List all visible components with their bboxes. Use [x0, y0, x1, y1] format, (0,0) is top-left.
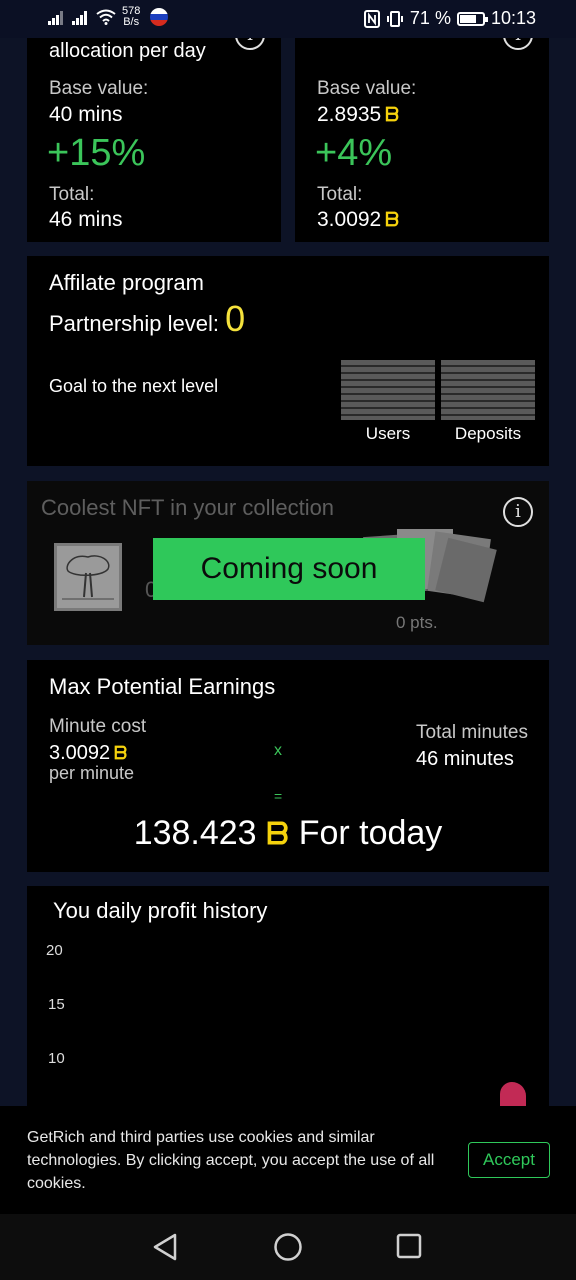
system-nav-bar	[0, 1214, 576, 1280]
partnership-level: 0	[225, 298, 246, 339]
coin-icon: ᗷ	[266, 817, 289, 851]
per-minute-label: per minute	[49, 763, 135, 783]
recents-icon[interactable]	[396, 1233, 424, 1261]
russia-flag-icon	[150, 8, 169, 26]
base-value: 2.8935	[317, 103, 382, 126]
partnership-label: Partnership level:	[49, 311, 219, 336]
history-card: You daily profit history 20 15 10	[27, 886, 549, 1116]
coin-icon: ᗷ	[114, 743, 128, 763]
info-icon[interactable]: i	[503, 497, 533, 527]
y-tick-10: 10	[48, 1050, 65, 1067]
y-tick-20: 20	[46, 942, 63, 959]
base-value: 40 mins	[49, 103, 123, 126]
info-icon[interactable]: i	[503, 38, 533, 50]
vibrate-icon	[386, 10, 403, 27]
multiply-sign: x	[274, 742, 282, 759]
price-card: i Base value: 2.8935ᗷ +4% Total: 3.0092ᗷ	[295, 38, 549, 242]
minute-cost-row: 3.0092 ᗷ	[49, 742, 127, 765]
cell-signal-icon-2	[72, 9, 90, 25]
total-minutes-value: 46 minutes	[416, 748, 514, 770]
y-tick-15: 15	[48, 996, 65, 1013]
cell-signal-icon	[48, 9, 66, 25]
info-icon[interactable]: i	[235, 38, 265, 50]
status-bar: 578 B/s 71 % 10:13	[0, 0, 576, 38]
total-value: 46 mins	[49, 208, 123, 231]
affiliate-title: Affilate program	[49, 270, 204, 295]
equals-sign: =	[274, 788, 283, 804]
cookie-text: GetRich and third parties use cookies an…	[27, 1129, 435, 1192]
base-value-label: Base value:	[49, 78, 149, 99]
deposits-label: Deposits	[454, 424, 522, 443]
bonus-percent: +4%	[315, 132, 393, 174]
base-value-row: 2.8935 ᗷ	[317, 103, 399, 127]
nft-points: 0 pts.	[396, 613, 438, 632]
nfc-icon	[363, 9, 380, 28]
partnership-row: Partnership level: 0	[49, 298, 245, 340]
allocation-title: allocation per day	[49, 40, 206, 62]
deposits-progress-bar	[441, 360, 535, 420]
earnings-result: 138.423 ᗷ For today	[27, 814, 549, 853]
accept-cookies-button[interactable]: Accept	[468, 1142, 550, 1178]
total-label: Total:	[49, 184, 95, 205]
total-value: 3.0092	[317, 208, 382, 231]
coin-icon: ᗷ	[385, 105, 399, 126]
minute-cost-label: Minute cost	[49, 716, 147, 737]
allocation-card: i allocation per day Base value: 40 mins…	[27, 38, 281, 242]
minute-cost-value: 3.0092	[49, 742, 111, 764]
users-progress-bar	[341, 360, 435, 420]
users-label: Users	[365, 424, 411, 443]
battery-percent: 71 %	[409, 8, 451, 28]
wifi-icon	[96, 9, 116, 25]
base-value-label: Base value:	[317, 78, 417, 99]
home-icon[interactable]	[273, 1232, 303, 1262]
network-speed: 578 B/s	[122, 5, 141, 28]
result-value: 138.423	[133, 814, 257, 852]
nft-thumbnail	[54, 543, 122, 611]
bonus-percent: +15%	[47, 132, 146, 174]
coin-icon: ᗷ	[385, 210, 399, 231]
goal-label: Goal to the next level	[49, 376, 219, 396]
total-minutes-label: Total minutes	[416, 722, 528, 743]
affiliate-card: Affilate program Partnership level: 0 Go…	[27, 256, 549, 466]
result-suffix: For today	[298, 814, 443, 852]
total-label: Total:	[317, 184, 363, 205]
earnings-title: Max Potential Earnings	[49, 674, 276, 699]
nft-title: Coolest NFT in your collection	[41, 495, 335, 520]
battery-icon	[456, 11, 488, 26]
coming-soon-banner: Coming soon	[153, 538, 425, 600]
clock: 10:13	[490, 8, 536, 28]
earnings-card: Max Potential Earnings Minute cost 3.009…	[27, 660, 549, 872]
back-icon[interactable]	[151, 1232, 179, 1262]
total-value-row: 3.0092 ᗷ	[317, 208, 399, 232]
history-title: You daily profit history	[53, 898, 268, 923]
